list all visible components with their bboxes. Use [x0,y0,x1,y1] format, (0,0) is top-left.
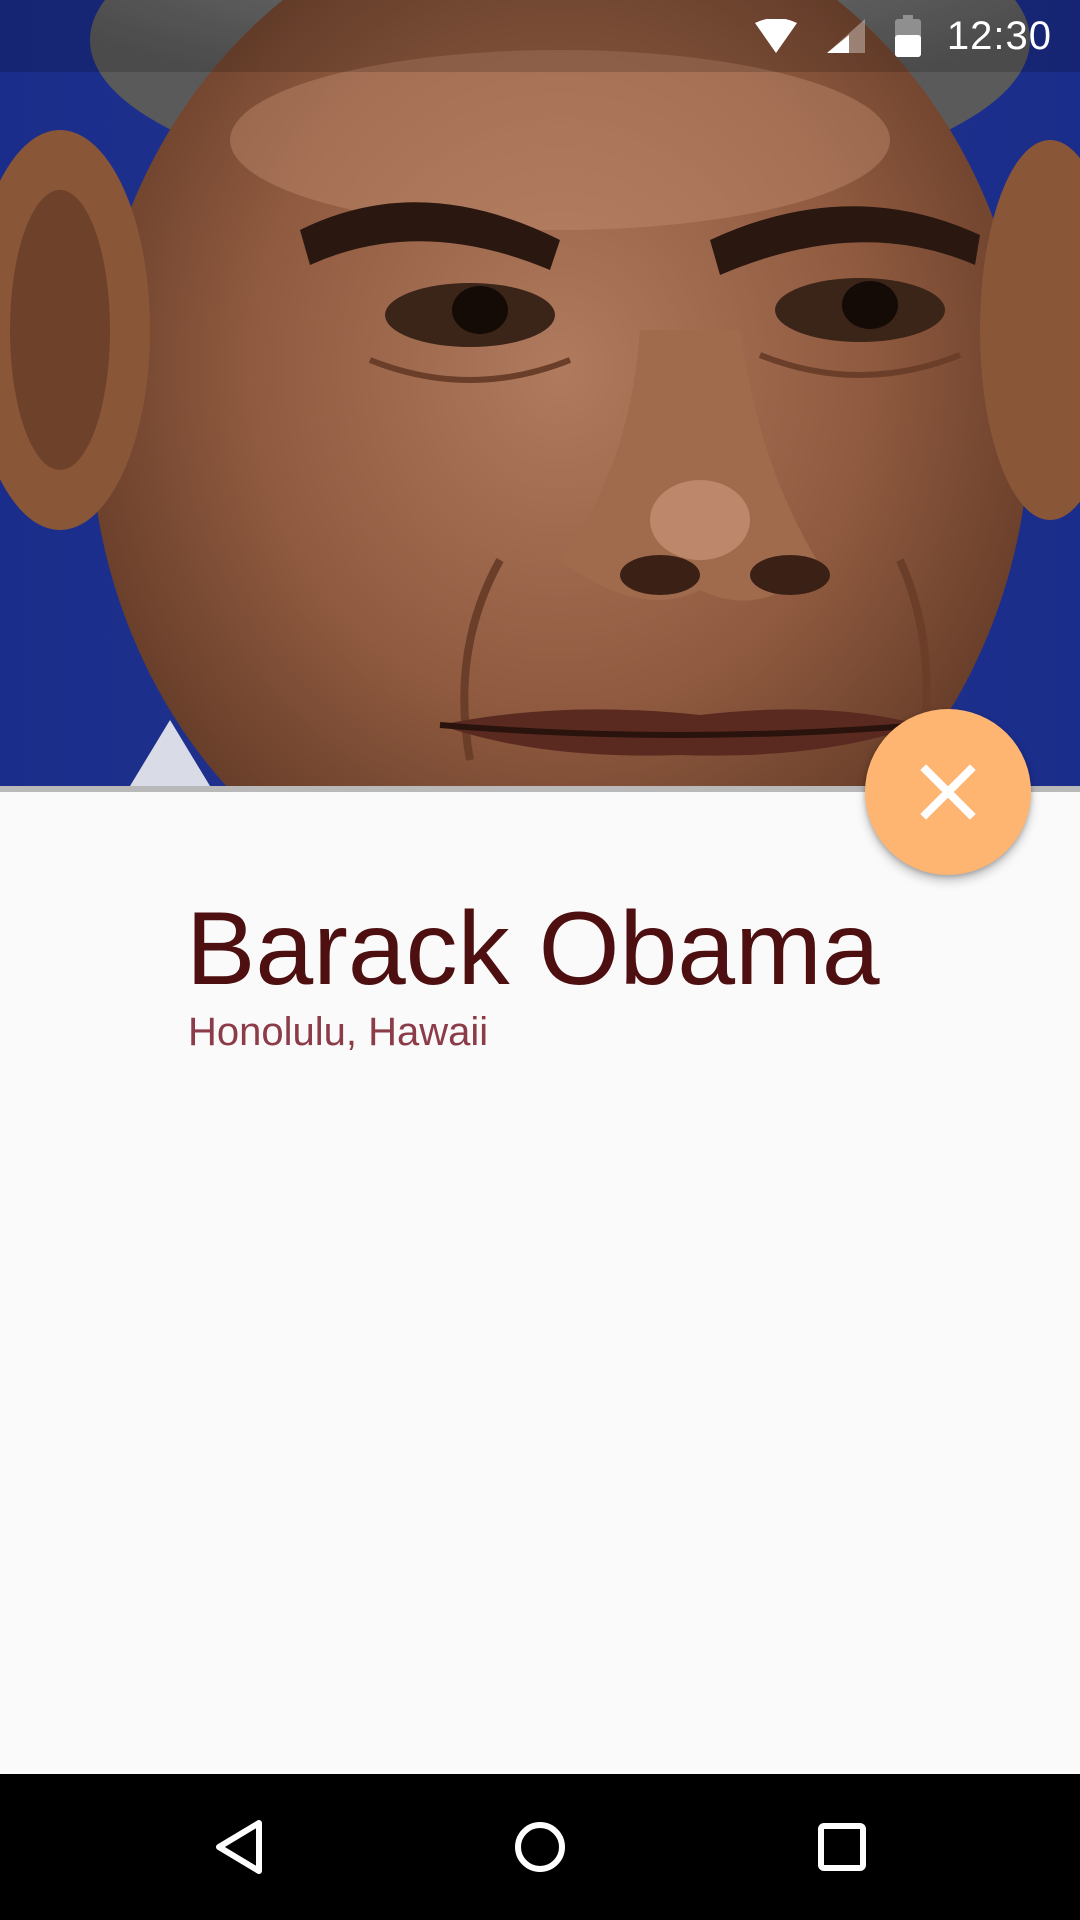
back-button[interactable] [186,1794,292,1900]
status-bar: 12:30 [0,0,1080,72]
header-photo [0,0,1080,786]
recents-icon [818,1823,866,1871]
portrait-image [0,0,1080,786]
wifi-icon [754,19,797,53]
profile-name: Barack Obama [186,891,880,1007]
status-icons: 12:30 [725,0,1052,72]
home-button[interactable] [487,1794,593,1900]
cell-signal-icon [826,19,865,53]
close-fab-button[interactable] [865,709,1031,875]
status-time: 12:30 [946,13,1052,58]
navigation-bar [0,1774,1080,1920]
detail-screen: 12:30 Barack Obama Honolulu, Hawaii [0,0,1080,1920]
home-icon [515,1822,565,1872]
battery-icon [894,15,921,57]
back-icon [216,1820,262,1874]
profile-location: Honolulu, Hawaii [188,1010,489,1054]
close-icon [920,764,976,820]
recents-button[interactable] [789,1794,895,1900]
